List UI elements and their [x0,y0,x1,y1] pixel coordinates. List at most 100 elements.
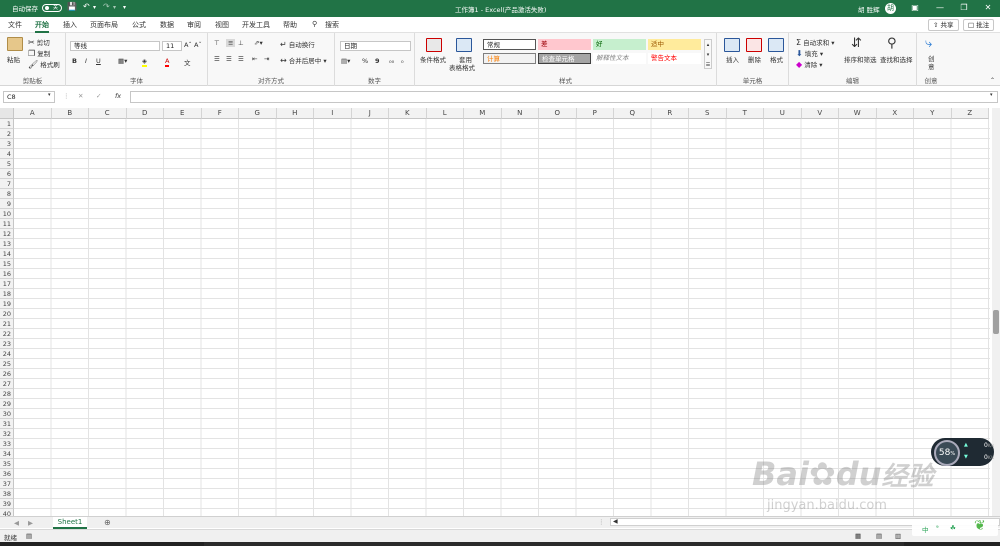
row-header[interactable]: 35 [0,459,14,469]
copy-button[interactable]: ❐ 复制 [28,48,50,58]
wrap-text-button[interactable]: ↵ 自动换行 [280,39,315,49]
share-button[interactable]: ⇧ 共享 [928,19,959,31]
formula-input[interactable] [130,91,998,103]
fill-color-icon[interactable]: ◈ [142,57,147,67]
delete-cells-icon[interactable] [746,38,762,52]
row-header[interactable]: 15 [0,259,14,269]
tab-page-layout[interactable]: 页面布局 [90,20,118,30]
column-header[interactable]: X [876,108,914,119]
comment-button[interactable]: □ 批注 [963,19,995,31]
phonetic-icon[interactable]: 文 [184,57,191,67]
ime-lang[interactable]: 中 [922,524,929,534]
enter-icon[interactable]: ✓ [96,92,101,100]
currency-icon[interactable]: ▤▾ [341,57,350,65]
tab-help[interactable]: 帮助 [283,20,297,30]
collapse-ribbon-icon[interactable]: ⌃ [990,77,995,84]
row-header[interactable]: 25 [0,359,14,369]
column-header[interactable]: L [426,108,464,119]
comma-button[interactable]: 9 [375,57,380,65]
column-header[interactable]: R [651,108,689,119]
scroll-left-icon[interactable]: ◀ [613,518,618,525]
delete-cells-button[interactable]: 删除 [748,54,761,64]
column-header[interactable]: U [764,108,802,119]
column-header[interactable]: J [351,108,389,119]
row-header[interactable]: 1 [0,119,14,129]
column-header[interactable]: O [539,108,577,119]
format-table-icon[interactable] [456,38,472,52]
row-header[interactable]: 37 [0,479,14,489]
tab-split-icon[interactable]: ⋮ [598,518,605,526]
cancel-icon[interactable]: ✕ [78,92,83,100]
row-header[interactable]: 39 [0,499,14,509]
autosave[interactable]: 自动保存 关 [12,3,62,13]
style-check-cell[interactable]: 检查单元格 [538,53,591,64]
sort-filter-icon[interactable]: ⇵ [851,36,862,51]
sheet-tab[interactable]: Sheet1 [53,517,87,529]
ime-skin-icon[interactable]: ☘ [950,524,956,532]
find-select-icon[interactable]: ⚲ [887,36,897,51]
row-header[interactable]: 40 [0,509,14,516]
column-header[interactable]: W [839,108,877,119]
sort-filter-button[interactable]: 排序和筛选 [844,54,877,64]
column-header[interactable]: F [201,108,239,119]
align-middle-icon[interactable]: ≡ [226,39,236,47]
row-header[interactable]: 26 [0,369,14,379]
paste-icon[interactable] [7,37,23,51]
page-break-view-icon[interactable]: ▥ [895,532,901,540]
increase-decimal-icon[interactable]: ₀₀ [389,57,394,65]
ime-punct-icon[interactable]: ⁹ [936,524,939,532]
number-format-select[interactable]: 日期 [340,41,411,51]
row-header[interactable]: 16 [0,269,14,279]
tab-formulas[interactable]: 公式 [132,20,146,30]
autosave-toggle[interactable]: 关 [42,4,62,12]
format-cells-icon[interactable] [768,38,784,52]
redo-icon[interactable]: ↷ [103,2,110,11]
save-icon[interactable]: 💾 [67,2,77,11]
avatar[interactable]: 胡 [885,3,896,14]
restore-icon[interactable]: ❐ [956,3,972,12]
undo-dropdown-icon[interactable]: ▾ [93,4,96,11]
customize-qat-icon[interactable]: ▾ [123,4,126,11]
normal-view-icon[interactable]: ▦ [855,532,861,540]
align-top-icon[interactable]: ⊤ [214,39,220,47]
insert-cells-button[interactable]: 插入 [726,54,739,64]
border-icon[interactable]: ▦▾ [118,57,127,65]
align-left-icon[interactable]: ☰ [214,55,220,63]
tab-review[interactable]: 审阅 [187,20,201,30]
next-sheet-icon[interactable]: ▶ [28,519,33,527]
macro-record-icon[interactable]: ▤ [26,532,32,540]
italic-button[interactable]: I [85,57,87,65]
row-header[interactable]: 27 [0,379,14,389]
format-painter-button[interactable]: 🖌 格式刷 [28,59,60,69]
percent-button[interactable]: % [362,57,368,65]
column-header[interactable]: C [89,108,127,119]
column-header[interactable]: E [164,108,202,119]
search-label[interactable]: 搜索 [325,20,339,30]
find-select-button[interactable]: 查找和选择 [880,54,913,64]
clear-button[interactable]: ◆ 清除 ▾ [796,59,823,69]
align-center-icon[interactable]: ☰ [226,55,232,63]
style-good[interactable]: 好 [593,39,646,50]
row-header[interactable]: 38 [0,489,14,499]
row-header[interactable]: 12 [0,229,14,239]
autosum-button[interactable]: Σ 自动求和 ▾ [796,37,834,47]
increase-font-icon[interactable]: Aˆ [184,41,192,49]
insert-function-icon[interactable]: fx [115,92,121,100]
minimize-icon[interactable]: — [932,3,948,12]
format-table-label-2[interactable]: 表格格式 [449,62,475,72]
ribbon-display-icon[interactable]: ▣ [907,3,923,12]
tab-file[interactable]: 文件 [8,20,22,30]
merge-center-button[interactable]: ↔ 合并后居中 ▾ [280,55,327,65]
column-header[interactable]: M [464,108,502,119]
row-header[interactable]: 14 [0,249,14,259]
column-header[interactable]: P [576,108,614,119]
column-header[interactable]: I [314,108,352,119]
cut-button[interactable]: ✂ 剪切 [28,37,50,47]
font-color-icon[interactable]: A [165,57,170,67]
column-header[interactable]: D [126,108,164,119]
style-normal[interactable]: 常规 [483,39,536,50]
page-layout-view-icon[interactable]: ▤ [876,532,882,540]
close-icon[interactable]: ✕ [980,3,996,12]
expand-formula-icon[interactable]: ▾ [990,92,993,98]
row-header[interactable]: 18 [0,289,14,299]
